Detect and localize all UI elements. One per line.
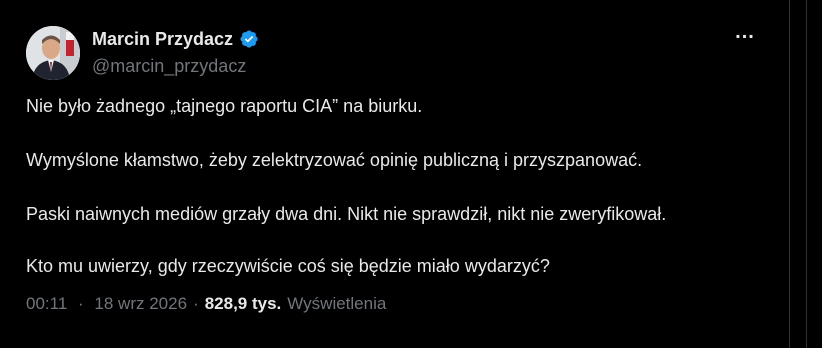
- more-dots-icon: ...: [735, 21, 755, 43]
- tweet-paragraph: Paski naiwnych mediów grzały dwa dni. Ni…: [26, 204, 667, 224]
- separator-dot: ·: [78, 294, 84, 313]
- tweet-time: 00:11: [26, 294, 68, 313]
- tweet-card: Marcin Przydacz @marcin_przydacz ... Nie…: [0, 0, 790, 348]
- author-name-row: Marcin Przydacz: [92, 28, 259, 50]
- tweet-date: 18 wrz 2026: [94, 294, 188, 313]
- tweet-metadata: 00:11 · 18 wrz 2026 · 828,9 tys. Wyświet…: [26, 292, 386, 316]
- views-count: 828,9 tys.: [204, 294, 282, 313]
- tweet-paragraph: Kto mu uwierzy, gdy rzeczywiście coś się…: [26, 256, 550, 276]
- tweet-paragraph: Wymyślone kłamstwo, żeby zelektryzować o…: [26, 150, 643, 170]
- author-display-name[interactable]: Marcin Przydacz: [92, 28, 233, 50]
- views-label: Wyświetlenia: [287, 294, 387, 313]
- more-options-button[interactable]: ...: [728, 22, 762, 50]
- author-handle[interactable]: @marcin_przydacz: [92, 54, 246, 78]
- right-column-edge: [790, 0, 822, 348]
- tweet-time-link[interactable]: 00:11 · 18 wrz 2026: [26, 292, 187, 316]
- column-divider: [806, 0, 807, 348]
- avatar[interactable]: [26, 26, 80, 80]
- verified-badge-icon[interactable]: [239, 29, 259, 49]
- separator-dot: ·: [193, 294, 199, 313]
- avatar-photo-icon: [26, 26, 80, 80]
- tweet-paragraph: Nie było żadnego „tajnego raportu CIA” n…: [26, 96, 423, 116]
